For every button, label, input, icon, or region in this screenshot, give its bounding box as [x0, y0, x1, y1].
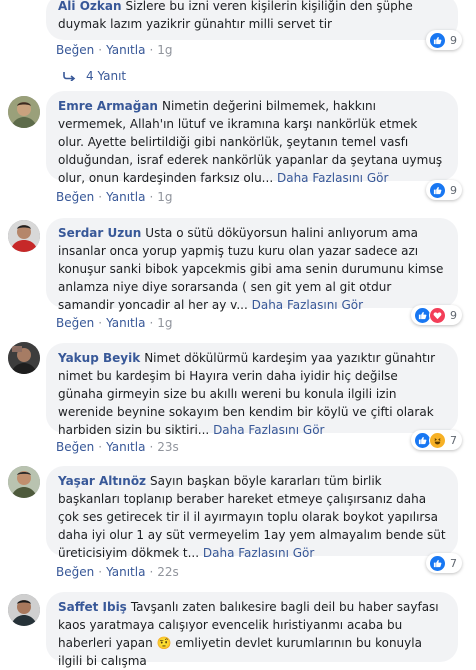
comment-timestamp[interactable]: 1g — [157, 43, 172, 57]
comment-bubble: Ali Ozkan Sizlere bu izni veren kişilerin… — [46, 0, 458, 40]
comment-bubble: Saffet Ibiş Tavşanlı zaten balıkesire bag… — [46, 592, 458, 668]
avatar[interactable] — [8, 594, 40, 626]
reaction-count: 9 — [450, 183, 457, 197]
reaction-count: 7 — [450, 433, 457, 447]
haha-icon — [429, 431, 446, 449]
avatar[interactable] — [8, 466, 40, 498]
like-icon — [429, 31, 446, 49]
comment-bubble: Serdar Uzun Usta o sütü döküyorsun halini… — [46, 218, 458, 312]
reaction-summary[interactable]: 9 — [426, 30, 462, 50]
reply-button[interactable]: Yanıtla — [106, 565, 145, 579]
comment-author[interactable]: Ali Ozkan — [58, 0, 122, 13]
replies-count-label[interactable]: 4 Yanıt — [86, 69, 126, 83]
comment-actions: Beğen · Yanıtla · 1g — [56, 43, 173, 57]
like-button[interactable]: Beğen — [56, 440, 94, 454]
comment-actions: Beğen · Yanıtla · 1g — [56, 316, 173, 330]
comment-timestamp[interactable]: 1g — [157, 190, 172, 204]
like-icon — [429, 554, 446, 572]
comment-author[interactable]: Serdar Uzun — [58, 226, 141, 240]
comment-timestamp[interactable]: 22s — [157, 565, 179, 579]
comment-actions: Beğen · Yanıtla · 1g — [56, 190, 173, 204]
reply-arrow-icon — [63, 72, 76, 81]
reply-button[interactable]: Yanıtla — [106, 440, 145, 454]
comment-author[interactable]: Yakup Beyik — [58, 351, 140, 365]
reaction-summary[interactable]: 9 — [411, 305, 462, 325]
comment-bubble: Emre Armağan Nimetin değerini bilmemek, h… — [46, 91, 458, 185]
reaction-summary[interactable]: 7 — [426, 553, 462, 573]
see-more-link[interactable]: Daha Fazlasını Gör — [252, 298, 363, 312]
comment-actions: Beğen · Yanıtla · 22s — [56, 565, 179, 579]
comment-bubble: Yaşar Altınöz Sayın başkan böyle kararlar… — [46, 466, 458, 560]
reaction-count: 7 — [450, 556, 457, 570]
avatar[interactable] — [8, 220, 40, 252]
reaction-count: 9 — [450, 308, 457, 322]
comment-bubble: Yakup Beyik Nimet dökülürmü kardeşim yaa … — [46, 343, 458, 437]
reply-button[interactable]: Yanıtla — [106, 43, 145, 57]
like-icon — [429, 181, 446, 199]
comment-actions: Beğen · Yanıtla · 23s — [56, 440, 179, 454]
comment-timestamp[interactable]: 23s — [157, 440, 179, 454]
reply-button[interactable]: Yanıtla — [106, 190, 145, 204]
like-button[interactable]: Beğen — [56, 190, 94, 204]
like-button[interactable]: Beğen — [56, 316, 94, 330]
reply-button[interactable]: Yanıtla — [106, 316, 145, 330]
like-button[interactable]: Beğen — [56, 565, 94, 579]
comment-timestamp[interactable]: 1g — [157, 316, 172, 330]
see-more-link[interactable]: Daha Fazlasını Gör — [277, 171, 388, 185]
comment-author[interactable]: Yaşar Altınöz — [58, 474, 146, 488]
see-more-link[interactable]: Daha Fazlasını Gör — [213, 423, 324, 437]
love-icon — [429, 306, 446, 324]
reaction-summary[interactable]: 7 — [411, 430, 462, 450]
see-more-link[interactable]: Daha Fazlasını Gör — [203, 546, 314, 560]
reaction-count: 9 — [450, 33, 457, 47]
reaction-summary[interactable]: 9 — [426, 180, 462, 200]
view-replies-link[interactable]: 4 Yanıt — [62, 69, 126, 83]
avatar[interactable] — [8, 342, 40, 374]
comment-author[interactable]: Saffet Ibiş — [58, 600, 127, 614]
avatar[interactable] — [8, 96, 40, 128]
comment-author[interactable]: Emre Armağan — [58, 99, 158, 113]
like-button[interactable]: Beğen — [56, 43, 94, 57]
